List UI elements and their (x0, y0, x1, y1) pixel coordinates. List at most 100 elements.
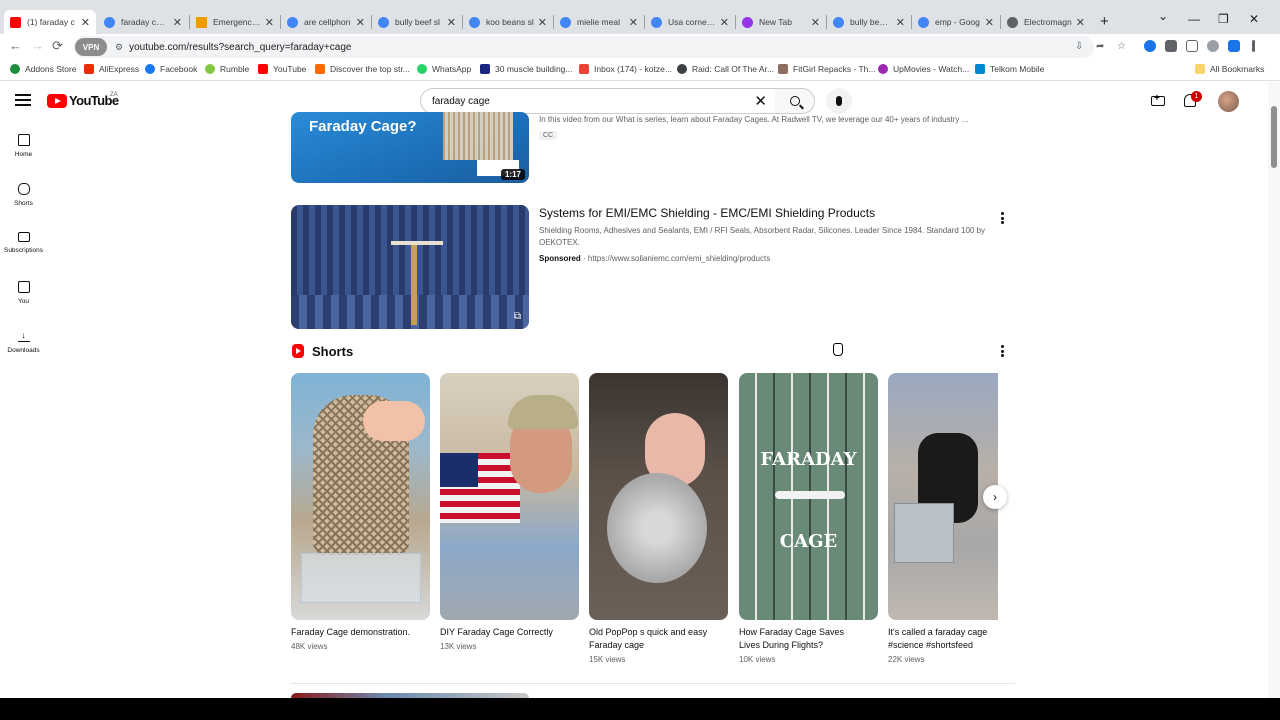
bookmark-item[interactable]: Inbox (174) - kotze... (579, 64, 672, 74)
close-window-button[interactable]: ✕ (1249, 12, 1259, 26)
tab-item[interactable]: New Tab ✕ (736, 10, 826, 34)
bookmark-item[interactable]: 30 muscle building... (480, 64, 573, 74)
tab-close-icon[interactable]: ✕ (173, 16, 182, 29)
bookmark-item[interactable]: YouTube (258, 64, 306, 74)
short-title[interactable]: How Faraday Cage Saves Lives During Flig… (739, 626, 865, 652)
short-thumbnail[interactable] (888, 373, 998, 620)
search-box[interactable]: ✕ (420, 88, 776, 114)
notification-count-badge: 1 (1191, 91, 1202, 102)
address-bar[interactable]: VPN ⚙ youtube.com/results?search_query=f… (74, 36, 1094, 58)
install-app-icon[interactable]: ⇩ (1075, 41, 1083, 52)
tab-close-icon[interactable]: ✕ (265, 16, 274, 29)
guide-item-home[interactable]: Home (0, 134, 47, 158)
maximize-button[interactable]: ❐ (1218, 12, 1229, 26)
tab-close-icon[interactable]: ✕ (896, 16, 905, 29)
tab-close-icon[interactable]: ✕ (1076, 16, 1085, 29)
ad-url[interactable]: · https://www.solianiemc.com/emi_shieldi… (583, 254, 770, 263)
bookmark-item[interactable]: Telkom Mobile (975, 64, 1044, 74)
guide-item-you[interactable]: You (0, 281, 47, 305)
tab-item[interactable]: bully beef sl ✕ (372, 10, 462, 34)
bookmark-favicon-icon (480, 64, 490, 74)
guide-item-shorts[interactable]: Shorts (0, 183, 47, 207)
tab-close-icon[interactable]: ✕ (538, 16, 547, 29)
guide-label: Subscriptions (3, 247, 44, 254)
tab-item[interactable]: Usa corned b ✕ (645, 10, 735, 34)
tab-close-icon[interactable]: ✕ (629, 16, 638, 29)
acrylic-stand-graphic (301, 553, 421, 603)
back-button[interactable]: ← (9, 38, 22, 53)
vpn-badge[interactable]: VPN (75, 38, 107, 56)
short-title[interactable]: It's called a faraday cage #science #sho… (888, 626, 1012, 652)
short-title[interactable]: DIY Faraday Cage Correctly (440, 626, 575, 639)
bookmark-item[interactable]: Facebook (145, 64, 197, 74)
extension-shield-icon[interactable] (1144, 40, 1156, 52)
bookmark-item[interactable]: UpMovies - Watch... (878, 64, 969, 74)
tab-item[interactable]: koo beans sl ✕ (463, 10, 553, 34)
bookmark-item[interactable]: Addons Store (10, 64, 77, 74)
page-scrollbar[interactable] (1268, 82, 1280, 698)
bookmark-item[interactable]: WhatsApp (417, 64, 471, 74)
new-tab-button[interactable]: + (1100, 13, 1109, 30)
tab-search-dropdown-icon[interactable]: ⌄ (1158, 9, 1168, 23)
short-title[interactable]: Old PopPop s quick and easy Faraday cage (589, 626, 719, 652)
youtube-logo[interactable]: YouTube (47, 93, 119, 108)
country-code: ZA (110, 92, 118, 98)
avatar[interactable] (1218, 91, 1239, 112)
tab-item[interactable]: are cellphon ✕ (281, 10, 371, 34)
external-link-icon[interactable]: ⧉ (514, 311, 521, 322)
all-bookmarks-label: All Bookmarks (1210, 64, 1265, 74)
reload-button[interactable]: ⟳ (52, 38, 63, 54)
all-bookmarks-button[interactable]: All Bookmarks (1195, 64, 1264, 74)
tab-item[interactable]: faraday cage ✕ (98, 10, 188, 34)
tab-item[interactable]: Emergency S ✕ (190, 10, 280, 34)
next-video-thumbnail-partial[interactable] (291, 693, 529, 698)
short-thumbnail[interactable] (291, 373, 430, 620)
search-input[interactable] (432, 95, 732, 107)
bookmark-item[interactable]: FitGirl Repacks - Th... (778, 64, 876, 74)
tab-close-icon[interactable]: ✕ (985, 16, 994, 29)
shelf-next-button[interactable]: › (983, 485, 1007, 509)
clear-search-icon[interactable]: ✕ (754, 92, 767, 110)
short-thumbnail[interactable] (440, 373, 579, 620)
scrollbar-thumb[interactable] (1271, 106, 1277, 168)
bookmark-item[interactable]: Rumble (205, 64, 249, 74)
menu-icon[interactable] (15, 94, 31, 106)
url-text[interactable]: youtube.com/results?search_query=faraday… (129, 42, 351, 53)
tab-close-icon[interactable]: ✕ (356, 16, 365, 29)
short-thumbnail[interactable] (589, 373, 728, 620)
bookmark-star-icon[interactable]: ☆ (1117, 41, 1126, 52)
ad-more-actions-icon[interactable] (1000, 212, 1004, 224)
video-thumbnail[interactable]: Faraday Cage? 1:17 (291, 112, 529, 183)
site-info-icon[interactable]: ⚙ (115, 42, 123, 53)
ad-thumbnail[interactable]: ⧉ (291, 205, 529, 329)
tab-item[interactable]: bully beef pr ✕ (827, 10, 911, 34)
bookmark-item[interactable]: AliExpress (84, 64, 139, 74)
tab-youtube-results[interactable]: (1) faraday c ✕ (4, 10, 96, 34)
tab-close-icon[interactable]: ✕ (447, 16, 456, 29)
bookmark-item[interactable]: Raid: Call Of The Ar... (677, 64, 774, 74)
extensions-puzzle-icon[interactable] (1165, 40, 1177, 52)
shorts-more-actions-icon[interactable] (1000, 345, 1004, 357)
guide-item-subscriptions[interactable]: Subscriptions (0, 232, 47, 254)
guide-item-downloads[interactable]: ↓ Downloads (0, 330, 47, 354)
side-panel-icon[interactable] (1186, 40, 1198, 52)
minimize-button[interactable]: — (1188, 12, 1200, 26)
short-title[interactable]: Faraday Cage demonstration. (291, 626, 426, 639)
profile-icon[interactable] (1207, 40, 1219, 52)
share-icon[interactable]: ➦ (1096, 41, 1104, 52)
tab-item[interactable]: Electromagn ✕ (1001, 10, 1091, 34)
tab-item[interactable]: mielie meal ✕ (554, 10, 644, 34)
tab-close-icon[interactable]: ✕ (811, 16, 820, 29)
create-video-icon[interactable] (1151, 93, 1165, 106)
browser-menu-icon[interactable] (1252, 40, 1255, 52)
search-button[interactable] (775, 88, 815, 114)
tab-item[interactable]: emp - Goog ✕ (912, 10, 1000, 34)
voice-search-button[interactable] (826, 88, 852, 114)
ad-title[interactable]: Systems for EMI/EMC Shielding - EMC/EMI … (539, 206, 875, 220)
forward-button[interactable]: → (31, 38, 44, 53)
vpn-shield-icon[interactable] (1228, 40, 1240, 52)
tab-close-icon[interactable]: ✕ (720, 16, 729, 29)
short-thumbnail[interactable]: FARADAY CAGE (739, 373, 878, 620)
tab-close-icon[interactable]: ✕ (81, 16, 90, 29)
bookmark-item[interactable]: Discover the top str... (315, 64, 410, 74)
